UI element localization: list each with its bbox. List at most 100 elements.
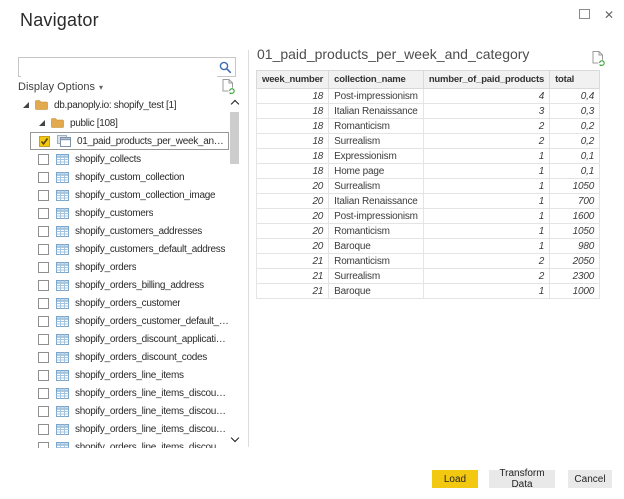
cell: 20: [255, 178, 330, 194]
load-button[interactable]: Load: [432, 470, 478, 488]
tree-item[interactable]: public [108]: [18, 114, 229, 132]
table-row: 21 Baroque 1 1000: [255, 283, 601, 299]
cell: 2: [422, 118, 551, 134]
cell: Romanticism: [328, 118, 424, 134]
cell: 0,2: [549, 133, 601, 149]
chevron-down-icon: ▾: [99, 83, 104, 92]
table-icon: [56, 423, 69, 435]
tree-item[interactable]: shopify_orders_discount_codes: [18, 348, 229, 366]
tree-item-label: shopify_orders_line_items: [75, 369, 184, 381]
table-row: 21 Romanticism 2 2050: [255, 253, 601, 269]
cell: 18: [255, 163, 330, 179]
tree-item[interactable]: shopify_orders: [18, 258, 229, 276]
column-header: number_of_paid_products: [422, 70, 551, 89]
search-icon[interactable]: [219, 61, 232, 79]
restore-icon[interactable]: [578, 6, 590, 24]
table-icon: [56, 441, 69, 448]
scrollbar-thumb[interactable]: [230, 112, 239, 164]
tree-item[interactable]: shopify_orders_line_items_discount_a...: [18, 402, 229, 420]
column-header: week_number: [255, 70, 330, 89]
tree-item[interactable]: shopify_collects: [18, 150, 229, 168]
scroll-up-icon[interactable]: [230, 99, 240, 109]
transform-data-button[interactable]: Transform Data: [489, 468, 555, 490]
tree-item[interactable]: shopify_orders_customer_default_ad...: [18, 312, 229, 330]
cell: Italian Renaissance: [328, 193, 424, 209]
tree-item[interactable]: shopify_customers_addresses: [18, 222, 229, 240]
display-options-dropdown[interactable]: Display Options ▾: [18, 81, 103, 93]
tree-item[interactable]: shopify_customers_default_address: [18, 240, 229, 258]
cell: Post-impressionism: [328, 88, 424, 104]
tree-item-label: shopify_orders_line_items_discount_a...: [75, 423, 229, 435]
checkbox[interactable]: [38, 405, 49, 417]
checkbox[interactable]: [38, 171, 49, 183]
cell: Baroque: [328, 238, 424, 254]
tree-item[interactable]: shopify_custom_collection: [18, 168, 229, 186]
cell: 0,3: [549, 103, 601, 119]
scroll-down-icon[interactable]: [230, 433, 240, 443]
refresh-preview-icon[interactable]: [591, 50, 606, 72]
table-icon: [56, 243, 69, 255]
cell: 1: [422, 283, 551, 299]
cell: Italian Renaissance: [328, 103, 424, 119]
checkbox[interactable]: [38, 315, 49, 327]
table-icon: [56, 369, 69, 381]
tree-item[interactable]: shopify_orders_line_items_discount_a...: [18, 438, 229, 448]
checkbox[interactable]: [38, 423, 49, 435]
tree-item[interactable]: shopify_orders_line_items_discount_a...: [18, 420, 229, 438]
cell: 18: [255, 148, 330, 164]
folder-icon: [35, 100, 48, 110]
table-icon: [56, 225, 69, 237]
cell: Romanticism: [328, 253, 424, 269]
checkbox[interactable]: [38, 297, 49, 309]
checkbox[interactable]: [38, 351, 49, 363]
checkbox[interactable]: [38, 279, 49, 291]
cell: Baroque: [328, 283, 424, 299]
checkbox[interactable]: [38, 207, 49, 219]
tree-item[interactable]: shopify_customers: [18, 204, 229, 222]
panel-divider: [248, 50, 249, 447]
checkbox[interactable]: [38, 189, 49, 201]
table-icon: [56, 333, 69, 345]
expand-collapse-icon[interactable]: [22, 101, 30, 109]
tree-item[interactable]: shopify_orders_line_items: [18, 366, 229, 384]
checkbox[interactable]: [38, 261, 49, 273]
tree-item[interactable]: shopify_orders_customer: [18, 294, 229, 312]
tree-item[interactable]: shopify_custom_collection_image: [18, 186, 229, 204]
table-icon: [56, 189, 69, 201]
checkbox[interactable]: [38, 387, 49, 399]
table-row: 20 Romanticism 1 1050: [255, 223, 601, 239]
cell: Romanticism: [328, 223, 424, 239]
table-icon: [56, 315, 69, 327]
cell: Home page: [328, 163, 424, 179]
close-icon[interactable]: ✕: [604, 9, 614, 21]
tree-item[interactable]: shopify_orders_billing_address: [18, 276, 229, 294]
tree-item[interactable]: db.panoply.io: shopify_test [1]: [18, 96, 229, 114]
checkbox[interactable]: [38, 441, 49, 448]
expand-collapse-icon[interactable]: [38, 119, 46, 127]
table-row: 18 Expressionism 1 0,1: [255, 148, 601, 164]
checkbox[interactable]: [38, 225, 49, 237]
checkbox[interactable]: [38, 243, 49, 255]
checkbox[interactable]: [38, 153, 49, 165]
cell: 700: [549, 193, 601, 209]
page-title: Navigator: [20, 10, 99, 30]
tree-item-label: shopify_custom_collection_image: [75, 189, 216, 201]
cell: 20: [255, 208, 330, 224]
cell: 18: [255, 103, 330, 119]
tree-scrollbar[interactable]: [229, 97, 241, 445]
tree-item-label: 01_paid_products_per_week_and_cat...: [77, 135, 228, 147]
tree-item[interactable]: shopify_orders_discount_applications: [18, 330, 229, 348]
checkbox[interactable]: [38, 333, 49, 345]
tree-item[interactable]: shopify_orders_line_items_discount_a...: [18, 384, 229, 402]
cell: Surrealism: [328, 268, 424, 284]
table-icon: [56, 207, 69, 219]
cell: 1: [422, 178, 551, 194]
folder-icon: [51, 118, 64, 128]
search-input[interactable]: [21, 59, 217, 77]
tree-item[interactable]: 01_paid_products_per_week_and_cat...: [30, 132, 229, 150]
cancel-button[interactable]: Cancel: [568, 470, 612, 488]
table-icon: [56, 405, 69, 417]
checkbox[interactable]: [38, 369, 49, 381]
search-box: [18, 57, 236, 77]
checkbox[interactable]: [39, 135, 50, 147]
